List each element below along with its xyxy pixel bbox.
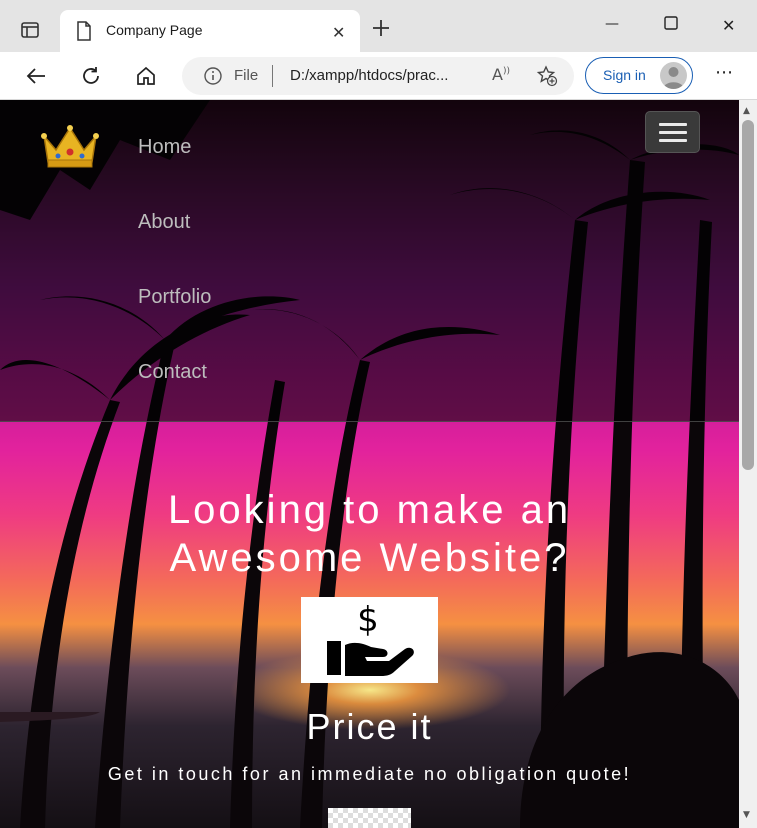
hero-heading: Looking to make an Awesome Website? <box>0 486 739 582</box>
scroll-down-arrow-icon[interactable]: ▼ <box>743 810 750 820</box>
tab-title: Company Page <box>106 22 203 38</box>
tab-strip: Company Page ✕ — ✕ <box>0 0 757 52</box>
new-tab-button[interactable] <box>370 17 392 39</box>
nav-link-about[interactable]: About <box>138 211 190 234</box>
vertical-scrollbar[interactable]: ▲ ▼ <box>739 100 757 828</box>
url-text[interactable]: D:/xampp/htdocs/prac... <box>290 67 448 84</box>
nav-link-contact[interactable]: Contact <box>138 361 207 384</box>
collapsed-navbar: Home About Portfolio Contact <box>0 100 739 422</box>
sign-in-label: Sign in <box>603 67 646 83</box>
back-arrow-icon <box>26 68 45 84</box>
hero-heading-line2: Awesome Website? <box>169 536 570 580</box>
refresh-icon <box>83 67 99 84</box>
sidebar-toggle-button[interactable] <box>10 12 50 48</box>
tab-close-button[interactable]: ✕ <box>332 23 345 42</box>
active-tab[interactable]: Company Page ✕ <box>60 10 360 52</box>
address-bar[interactable]: File D:/xampp/htdocs/prac... A)) <box>182 57 574 95</box>
address-bar-row: File D:/xampp/htdocs/prac... A)) Sign in… <box>0 52 757 100</box>
separator <box>272 65 273 87</box>
scroll-thumb[interactable] <box>742 120 754 470</box>
nav-link-home[interactable]: Home <box>138 136 191 159</box>
crown-logo-icon[interactable] <box>40 120 100 170</box>
read-aloud-icon[interactable]: A)) <box>492 65 510 84</box>
hero-heading-line1: Looking to make an <box>167 488 572 532</box>
nav-link-portfolio[interactable]: Portfolio <box>138 286 211 309</box>
hand-money-icon: $ <box>327 600 414 676</box>
back-button[interactable] <box>22 62 50 90</box>
next-section-image <box>328 808 411 828</box>
scroll-up-arrow-icon[interactable]: ▲ <box>743 106 750 116</box>
maximize-icon <box>664 16 678 30</box>
sidebar-toggle-icon <box>21 22 39 38</box>
info-icon <box>204 67 222 85</box>
price-title: Price it <box>306 706 433 747</box>
profile-icon <box>660 62 687 89</box>
close-window-button[interactable]: ✕ <box>722 16 735 35</box>
more-options-button[interactable]: ⋯ <box>712 62 736 90</box>
plus-icon <box>373 20 389 36</box>
refresh-button[interactable] <box>77 62 105 90</box>
document-icon <box>77 21 91 41</box>
page-viewport: Home About Portfolio Contact Looking to … <box>0 100 739 828</box>
price-subtitle: Get in touch for an immediate no obligat… <box>107 764 632 784</box>
hamburger-menu-icon <box>658 122 687 126</box>
home-button[interactable] <box>132 62 160 90</box>
sign-in-button[interactable]: Sign in <box>585 57 693 94</box>
maximize-button[interactable] <box>664 16 678 34</box>
file-label: File <box>234 67 259 84</box>
price-icon-image: $ <box>301 597 438 683</box>
minimize-button[interactable]: — <box>605 16 619 32</box>
hamburger-menu-button[interactable] <box>645 111 700 153</box>
home-icon <box>137 66 155 85</box>
dollar-symbol: $ <box>357 600 379 640</box>
favorite-add-icon[interactable] <box>536 65 558 87</box>
